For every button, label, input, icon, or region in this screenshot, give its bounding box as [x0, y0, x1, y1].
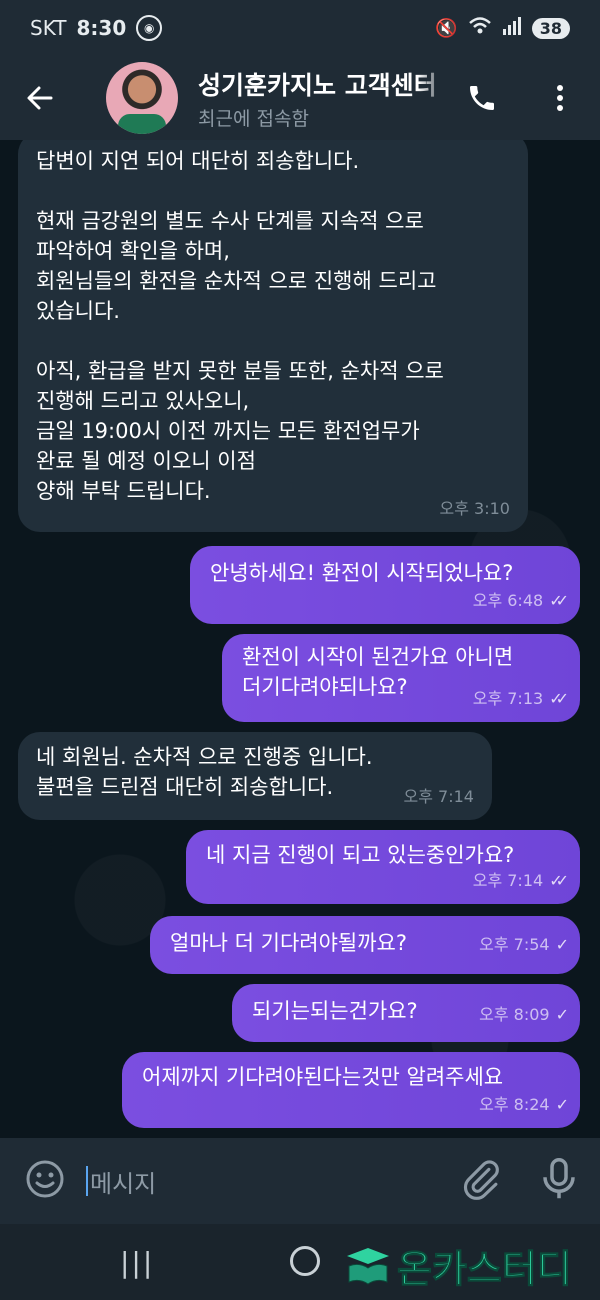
more-options-button[interactable]	[530, 56, 590, 140]
message-bubble-outgoing[interactable]: 네 지금 진행이 되고 있는중인가요? 오후 7:14 ✓✓	[186, 830, 580, 904]
message-time: 오후 7:54	[479, 935, 550, 954]
contact-name: 성기훈카지노 고객센터	[198, 70, 437, 100]
watermark-text: 온카스터디	[397, 1247, 573, 1292]
single-check-icon: ✓	[555, 1095, 570, 1114]
system-navigation-bar: ||| 온카스터디	[0, 1224, 600, 1300]
paperclip-icon	[463, 1160, 499, 1200]
message-time: 오후 7:14	[472, 871, 544, 890]
message-bubble-outgoing[interactable]: 어제까지 기다려야된다는것만 알려주세요 오후 8:24 ✓	[122, 1052, 580, 1128]
message-composer: 메시지	[0, 1138, 600, 1224]
message-time: 오후 7:13	[472, 689, 544, 708]
contact-info[interactable]: 성기훈카지노 고객센터 최근에 접속함	[198, 66, 448, 131]
attach-button[interactable]	[460, 1158, 502, 1200]
message-time: 오후 7:14	[403, 787, 474, 806]
double-check-icon: ✓✓	[549, 591, 569, 610]
carrier-label: SKT	[30, 16, 67, 40]
message-bubble-outgoing[interactable]: 얼마나 더 기다려야될까요? 오후 7:54 ✓	[150, 916, 580, 974]
call-button[interactable]	[452, 56, 512, 140]
book-logo-icon	[347, 1247, 389, 1285]
message-input[interactable]: 메시지	[86, 1160, 426, 1202]
message-bubble-outgoing[interactable]: 되기는되는건가요? 오후 8:09 ✓	[232, 984, 580, 1042]
back-button[interactable]	[0, 56, 80, 140]
notification-icon: ◉	[136, 15, 163, 41]
home-button[interactable]	[290, 1246, 320, 1276]
message-bubble-incoming[interactable]: 답변이 지연 되어 대단히 죄송합니다. 현재 금강원의 별도 수사 단계를 지…	[18, 140, 528, 532]
chat-header: 성기훈카지노 고객센터 최근에 접속함	[0, 56, 600, 140]
message-input-placeholder: 메시지	[90, 1169, 157, 1198]
message-text: 안녕하세요! 환전이 시작되었나요?	[210, 561, 514, 585]
emoji-button[interactable]	[24, 1158, 66, 1200]
message-bubble-outgoing[interactable]: 환전이 시작이 된건가요 아니면 더기다려야되나요? 오후 7:13 ✓✓	[222, 634, 580, 722]
status-bar: SKT 8:30 ◉ 🔇 38	[0, 0, 600, 56]
message-bubble-incoming[interactable]: 네 회원님. 순차적 으로 진행중 입니다. 불편을 드린점 대단히 죄송합니다…	[18, 732, 492, 820]
wifi-icon	[468, 16, 492, 41]
signal-icon	[502, 16, 522, 40]
message-text: 어제까지 기다려야된다는것만 알려주세요	[142, 1065, 504, 1089]
message-time: 오후 3:10	[439, 499, 510, 518]
clock: 8:30	[76, 16, 127, 40]
double-check-icon: ✓✓	[549, 871, 569, 890]
emoji-icon	[26, 1160, 64, 1198]
contact-status: 최근에 접속함	[198, 107, 309, 130]
double-check-icon: ✓✓	[549, 689, 569, 708]
single-check-icon: ✓	[555, 935, 570, 954]
message-time: 오후 8:09	[479, 1005, 550, 1024]
mute-icon: 🔇	[435, 17, 458, 39]
microphone-icon	[543, 1158, 575, 1199]
text-caret	[86, 1166, 88, 1196]
more-vertical-icon	[557, 85, 563, 111]
message-time: 오후 8:24	[479, 1095, 550, 1114]
voice-message-button[interactable]	[538, 1156, 580, 1202]
phone-icon	[470, 86, 494, 110]
message-time: 오후 6:48	[472, 591, 544, 610]
battery-indicator: 38	[531, 17, 570, 39]
contact-avatar[interactable]	[106, 62, 178, 134]
message-text: 답변이 지연 되어 대단히 죄송합니다. 현재 금강원의 별도 수사 단계를 지…	[36, 149, 444, 503]
message-bubble-outgoing[interactable]: 안녕하세요! 환전이 시작되었나요? 오후 6:48 ✓✓	[190, 546, 580, 624]
back-arrow-icon	[27, 86, 53, 110]
recent-apps-button[interactable]: |||	[120, 1246, 154, 1279]
watermark: 온카스터디	[345, 1238, 572, 1293]
single-check-icon: ✓	[555, 1005, 570, 1024]
message-list[interactable]: 답변이 지연 되어 대단히 죄송합니다. 현재 금강원의 별도 수사 단계를 지…	[0, 140, 600, 1138]
